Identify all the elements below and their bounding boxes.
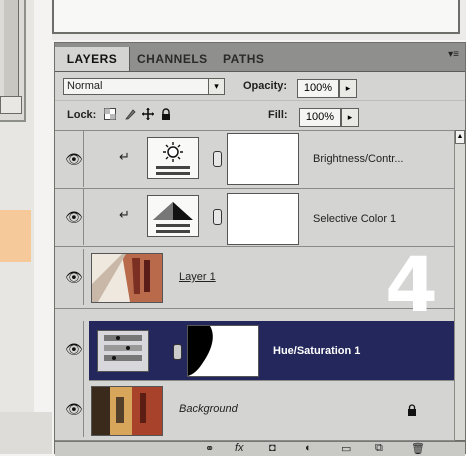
- left-bottom-area: [0, 412, 52, 454]
- eye-icon: 👁: [65, 269, 83, 285]
- lock-pixels-icon[interactable]: [123, 108, 137, 122]
- fill-label: Fill:: [268, 109, 288, 121]
- eye-icon: 👁: [65, 401, 83, 417]
- opacity-label: Opacity:: [243, 80, 288, 92]
- chain-link-icon[interactable]: [213, 151, 222, 167]
- tab-paths[interactable]: PATHS: [223, 47, 264, 71]
- left-document-edge: [4, 0, 19, 108]
- chain-link-icon[interactable]: [213, 209, 222, 225]
- layer-name: Brightness/Contr...: [313, 153, 404, 165]
- eye-icon: 👁: [65, 209, 83, 225]
- clipping-arrow-icon: ↵: [119, 149, 130, 164]
- lock-row: Lock: Fill: 100% ▸: [55, 101, 465, 131]
- left-document-frame: [0, 0, 26, 122]
- layer-selective-color[interactable]: 👁 ↵ Selective Color 1: [55, 189, 455, 247]
- visibility-toggle[interactable]: 👁: [59, 249, 84, 305]
- add-mask-icon[interactable]: ◘: [269, 442, 276, 454]
- visibility-toggle[interactable]: 👁: [59, 189, 84, 245]
- chain-link-icon[interactable]: [173, 344, 182, 360]
- delete-layer-icon[interactable]: 🗑: [411, 442, 425, 455]
- panel-tabs: LAYERS CHANNELS PATHS ▾≡: [55, 43, 465, 72]
- layer-name: Selective Color 1: [313, 213, 397, 225]
- fx-icon[interactable]: fx: [235, 442, 244, 454]
- visibility-toggle[interactable]: 👁: [59, 131, 84, 187]
- visibility-toggle[interactable]: 👁: [59, 381, 84, 437]
- lock-all-icon[interactable]: [159, 108, 173, 122]
- lock-label: Lock:: [67, 109, 97, 121]
- opacity-field[interactable]: 100%: [297, 79, 339, 98]
- new-adjustment-icon[interactable]: ◐: [305, 442, 312, 454]
- tab-channels[interactable]: CHANNELS: [137, 47, 208, 71]
- layer-name: Layer 1: [179, 271, 216, 283]
- link-layers-icon[interactable]: ⚭: [205, 442, 214, 455]
- clipping-arrow-icon: ↵: [119, 207, 130, 222]
- top-document-frame: [52, 0, 460, 34]
- layer-mask-thumbnail[interactable]: [227, 193, 299, 245]
- scroll-up-button[interactable]: ▲: [455, 130, 465, 144]
- lock-icon: [407, 403, 417, 421]
- step-number: 4: [385, 240, 438, 329]
- visibility-toggle[interactable]: 👁: [59, 321, 84, 381]
- selective-color-icon: [147, 195, 199, 237]
- eye-icon: 👁: [65, 341, 83, 357]
- fill-field[interactable]: 100%: [299, 108, 341, 127]
- tab-layers[interactable]: LAYERS: [55, 47, 130, 71]
- layer-mask-thumbnail[interactable]: [187, 325, 259, 377]
- panel-menu-icon[interactable]: ▾≡: [448, 49, 459, 60]
- layer-name: Background: [179, 403, 238, 415]
- eye-icon: 👁: [65, 151, 83, 167]
- background-thumbnail: [91, 386, 163, 436]
- opacity-slider-button[interactable]: ▸: [339, 79, 357, 98]
- brightness-contrast-icon: [147, 137, 199, 179]
- chevron-down-icon[interactable]: ▾: [208, 79, 224, 94]
- layer-1-thumbnail: [91, 253, 163, 303]
- layers-panel: LAYERS CHANNELS PATHS ▾≡ Normal ▾ Opacit…: [54, 42, 466, 456]
- left-scroll-tab[interactable]: [0, 96, 22, 114]
- layer-mask-thumbnail[interactable]: [227, 133, 299, 185]
- fill-slider-button[interactable]: ▸: [341, 108, 359, 127]
- layer-background[interactable]: 👁 Background: [55, 381, 455, 441]
- new-group-icon[interactable]: ▭: [341, 442, 351, 455]
- top-document-area: [52, 0, 466, 40]
- lock-position-icon[interactable]: [141, 108, 155, 122]
- blend-mode-value: Normal: [67, 80, 103, 92]
- layer-name: Hue/Saturation 1: [273, 345, 361, 357]
- peach-swatch: [0, 210, 31, 262]
- layers-scrollbar[interactable]: ▲ ▼: [454, 130, 465, 454]
- blend-mode-select[interactable]: Normal ▾: [63, 78, 225, 95]
- lock-transparency-icon[interactable]: [103, 108, 117, 122]
- blend-row: Normal ▾ Opacity: 100% ▸: [55, 72, 465, 101]
- layer-brightness-contrast[interactable]: 👁 ↵ Brightness/Contr...: [55, 131, 455, 189]
- hue-saturation-icon: [97, 330, 149, 372]
- layer-hue-saturation[interactable]: 👁 Hue/Saturation 1: [59, 321, 455, 381]
- new-layer-icon[interactable]: ⧉: [375, 442, 383, 455]
